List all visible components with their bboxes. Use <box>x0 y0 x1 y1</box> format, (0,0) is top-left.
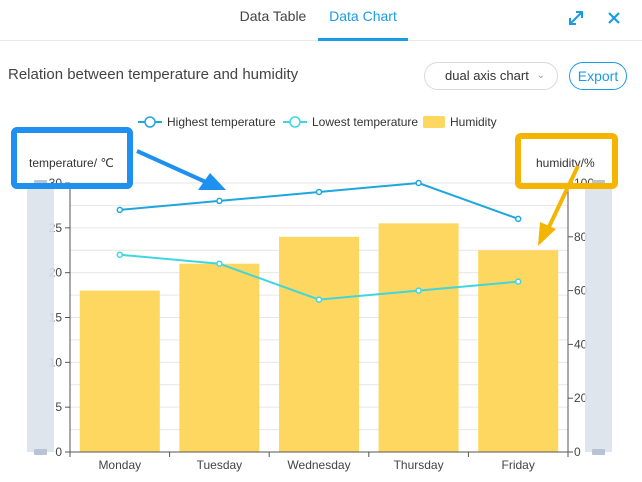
x-tick-label: Tuesday <box>197 458 243 472</box>
highest-temperature-point <box>415 179 422 187</box>
humidity-bar <box>279 236 359 452</box>
highest-temperature-line <box>119 181 519 220</box>
humidity-bar <box>378 223 459 452</box>
right-zoom-slider-bottom-handle[interactable] <box>592 449 605 455</box>
blue-arrow-shaft <box>136 149 209 185</box>
left-axis-title: temperature/ ℃ <box>29 156 114 170</box>
x-tick-label: Wednesday <box>287 458 350 472</box>
lowest-temperature-point <box>514 278 522 285</box>
legend-marker <box>144 116 156 128</box>
x-tick-label: Monday <box>98 458 141 472</box>
humidity-bar <box>179 263 260 452</box>
legend-label[interactable]: Highest temperature <box>167 115 276 129</box>
highest-temperature-point <box>315 188 323 196</box>
yellow-arrow-shaft <box>546 165 580 230</box>
right-y-tick-label: 0 <box>574 445 581 459</box>
legend-label[interactable]: Lowest temperature <box>312 115 418 129</box>
highest-temperature-point <box>116 206 124 214</box>
left-zoom-slider[interactable] <box>27 183 54 452</box>
left-zoom-slider-bottom-handle[interactable] <box>34 449 47 455</box>
right-axis-title: humidity/% <box>536 156 595 170</box>
legend-label[interactable]: Humidity <box>450 115 497 129</box>
legend-marker <box>289 116 301 128</box>
yellow-arrow-head <box>538 222 556 246</box>
humidity-bar <box>79 290 160 452</box>
left-y-tick-label: 0 <box>55 445 62 459</box>
lowest-temperature-point <box>415 287 422 294</box>
highest-temperature-point <box>216 197 223 205</box>
lowest-temperature-point <box>315 296 323 303</box>
highest-temperature-point <box>514 215 522 223</box>
dual-axis-chart: Monday Tuesday Wednesday Thursday Friday0510… <box>11 115 618 472</box>
x-tick-label: Friday <box>502 458 535 472</box>
left-y-tick-label: 5 <box>55 400 62 414</box>
lowest-temperature-point <box>116 251 124 258</box>
legend-bar-swatch <box>423 116 445 128</box>
lowest-temperature-point <box>216 260 223 267</box>
right-zoom-slider[interactable] <box>585 183 612 452</box>
x-tick-label: Thursday <box>394 458 444 472</box>
